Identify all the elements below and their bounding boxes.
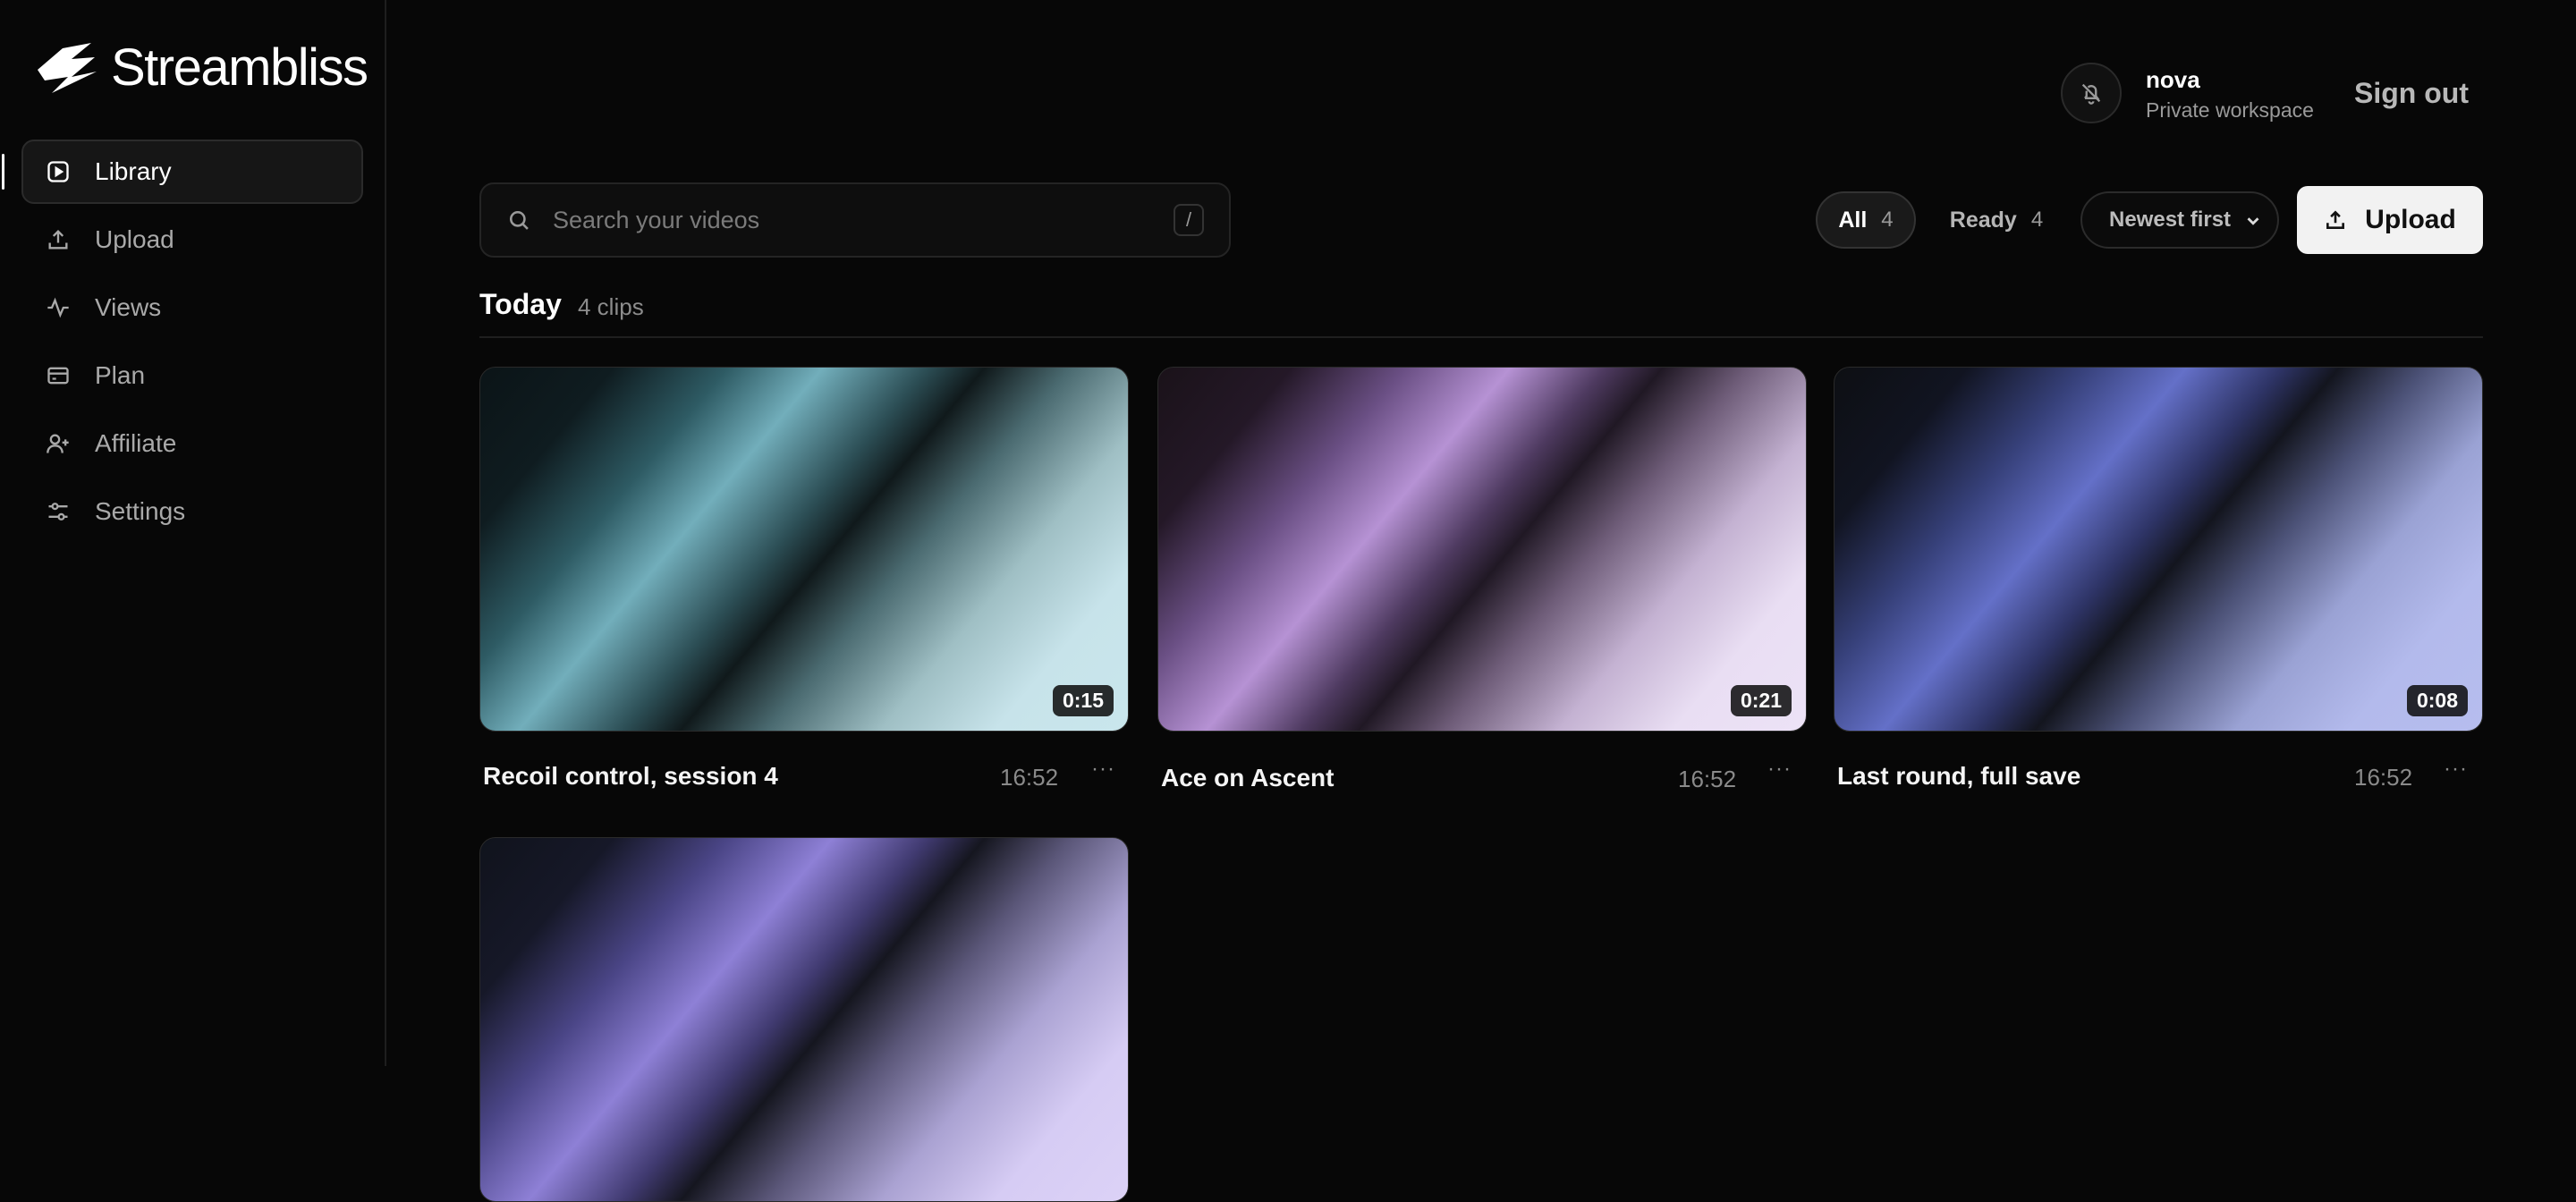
filter-count: 4 [1881,207,1894,232]
sidebar-item-plan[interactable]: Plan [21,343,363,408]
filter-label: Ready [1949,207,2017,233]
upload-icon [45,226,72,253]
filter-label: All [1838,207,1868,233]
video-title[interactable]: Recoil control, session 4 [483,762,778,791]
user-plus-icon [45,430,72,457]
bell-off-icon [2081,83,2101,105]
more-options-button[interactable]: ··· [1091,757,1115,782]
filter-count: 4 [2030,207,2044,232]
sidebar: Streambliss Library Upload Views Plan Af… [0,0,386,1066]
video-thumbnail[interactable]: 0:21 [1157,367,1807,732]
workspace-label: Private workspace [2146,98,2314,122]
upload-icon [2324,208,2347,232]
duration-badge: 0:21 [1730,685,1792,716]
sign-out-button[interactable]: Sign out [2354,77,2469,110]
sidebar-item-upload[interactable]: Upload [21,207,363,272]
sidebar-item-label: Affiliate [95,429,177,457]
video-time: 16:52 [1000,764,1059,791]
sidebar-item-views[interactable]: Views [21,275,363,340]
play-square-icon [45,158,72,185]
duration-badge: 0:08 [2406,685,2468,716]
sidebar-nav: Library Upload Views Plan Affiliate Sett… [2,140,363,547]
sidebar-item-label: Views [95,293,162,321]
sidebar-item-label: Library [95,157,172,185]
upload-button[interactable]: Upload [2297,186,2483,254]
more-options-button[interactable]: ··· [2444,757,2468,782]
upload-button-label: Upload [2365,205,2456,234]
section-count: 4 clips [578,293,644,320]
activity-icon [45,294,72,321]
sort-selected-label: Newest first [2109,207,2232,232]
video-title[interactable]: Ace on Ascent [1161,764,1334,792]
search-box: / [479,182,1231,258]
section-divider [479,336,2483,338]
sort-select[interactable]: Newest first [2080,191,2279,249]
sidebar-item-settings[interactable]: Settings [21,479,363,544]
video-time: 16:52 [2354,764,2413,791]
video-thumbnail[interactable]: 0:08 [1834,367,2483,732]
chevron-down-icon [2243,211,2263,231]
video-thumbnail[interactable]: 0:15 [479,367,1129,732]
video-thumbnail[interactable] [479,837,1129,1202]
video-time: 16:52 [1678,766,1737,792]
filter-ready-button[interactable]: Ready 4 [1941,191,2052,249]
sidebar-item-label: Upload [95,225,174,253]
search-shortcut-hint: / [1174,204,1204,236]
search-icon [506,207,531,233]
more-options-button[interactable]: ··· [1767,757,1792,782]
brand-name: Streambliss [111,38,369,97]
sidebar-item-affiliate[interactable]: Affiliate [21,411,363,476]
video-title[interactable]: Last round, full save [1837,762,2080,791]
section-title: Today [479,288,562,320]
user-name: nova [2146,66,2200,93]
search-input[interactable] [551,205,1174,235]
sidebar-item-label: Plan [95,361,146,389]
sidebar-item-library[interactable]: Library [2,140,363,204]
duration-badge: 0:15 [1052,685,1114,716]
notifications-button[interactable] [2061,63,2122,123]
brand-logo[interactable]: Streambliss [36,36,369,98]
sidebar-item-label: Settings [95,497,186,525]
sliders-icon [45,498,72,525]
lightning-logo-icon [38,43,97,93]
credit-card-icon [45,362,72,389]
filter-all-button[interactable]: All 4 [1816,191,1916,249]
